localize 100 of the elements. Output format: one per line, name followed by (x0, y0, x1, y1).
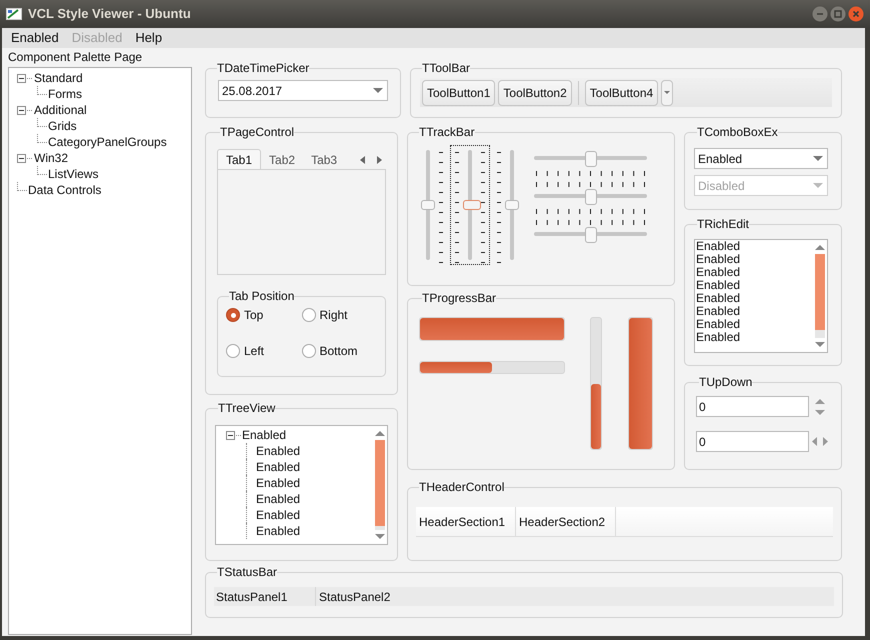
tree-item[interactable]: Win32 (34, 149, 68, 167)
tree-item[interactable]: Enabled (256, 442, 300, 460)
header-section[interactable]: HeaderSection2 (516, 507, 616, 537)
date-field[interactable]: 25.08.2017 (218, 80, 388, 101)
radio-label[interactable]: Left (244, 342, 264, 360)
scroll-thumb[interactable] (375, 440, 385, 526)
group-title: TDateTimePicker (217, 61, 310, 75)
radio-button[interactable] (226, 344, 240, 358)
slider-thumb[interactable] (584, 151, 596, 167)
tree-item[interactable]: Enabled (256, 522, 300, 540)
number-field[interactable]: 0 (696, 431, 809, 452)
status-text: StatusPanel1 (214, 587, 316, 606)
combo-box[interactable]: Enabled (694, 148, 828, 169)
radio-label[interactable]: Bottom (320, 342, 358, 360)
collapse-icon[interactable] (17, 154, 26, 162)
number-field[interactable]: 0 (696, 396, 809, 417)
group-title: TPageControl (220, 125, 294, 139)
slider-track[interactable] (534, 151, 647, 165)
slider-track[interactable] (534, 189, 647, 203)
header-section[interactable]: HeaderSection1 (416, 507, 516, 537)
radio-button[interactable] (302, 308, 316, 322)
app-icon (6, 8, 22, 20)
scroll-up-icon[interactable] (815, 245, 825, 250)
tree-item[interactable]: Enabled (256, 490, 300, 508)
slider-thumb[interactable] (505, 200, 519, 210)
left-arrow-icon[interactable] (812, 437, 817, 446)
group-title: TUpDown (699, 375, 752, 389)
scroll-up-icon[interactable] (375, 431, 385, 436)
radio-label[interactable]: Right (320, 306, 348, 324)
text-line: Enabled (696, 305, 742, 318)
maximize-icon[interactable] (830, 6, 846, 22)
text-line: Enabled (696, 253, 742, 266)
minimize-icon[interactable] (812, 6, 828, 22)
tree-item[interactable]: Enabled (256, 474, 300, 492)
radio-label[interactable]: Top (244, 306, 264, 324)
scroll-down-icon[interactable] (375, 534, 385, 539)
dropdown-button[interactable] (661, 80, 674, 106)
slider-track[interactable] (505, 148, 519, 262)
text-line: Enabled (696, 318, 742, 331)
up-arrow-icon[interactable] (815, 398, 825, 404)
tab[interactable]: Tab1 (217, 149, 262, 169)
group-title: TTreeView (218, 401, 276, 415)
status-text: StatusPanel2 (318, 588, 392, 606)
window-title: VCL Style Viewer - Ubuntu (28, 5, 191, 24)
combo-box: Disabled (694, 175, 828, 196)
tab[interactable]: Tab3 (303, 151, 346, 169)
text-line: Enabled (696, 292, 742, 305)
rich-edit[interactable]: Enabled Enabled Enabled Enabled Enabled Enabled Enabled Enabled (694, 239, 828, 353)
text-line: Enabled (696, 266, 742, 279)
radio-button[interactable] (302, 344, 316, 358)
menu-item[interactable]: Help (129, 28, 168, 48)
tree-item[interactable]: Enabled (256, 458, 300, 476)
scroll-right-icon[interactable] (377, 156, 382, 164)
scroll-down-icon[interactable] (815, 342, 825, 347)
tree-item[interactable]: Enabled (256, 506, 300, 524)
text-line: Enabled (696, 331, 742, 344)
collapse-icon[interactable] (17, 106, 26, 114)
tree-item[interactable]: Grids (48, 117, 77, 135)
right-arrow-icon[interactable] (823, 437, 828, 446)
tool-button[interactable]: ToolButton2 (498, 80, 572, 106)
menu-item: Disabled (70, 29, 124, 48)
radio-button[interactable] (226, 308, 240, 322)
tab[interactable]: Tab2 (261, 151, 304, 169)
group-title: THeaderControl (419, 480, 504, 494)
slider-track[interactable] (421, 148, 435, 262)
scroll-thumb[interactable] (815, 254, 825, 330)
group-title: TRichEdit (697, 217, 750, 231)
caret-icon (664, 91, 670, 94)
collapse-icon[interactable] (17, 74, 26, 82)
slider-thumb[interactable] (421, 200, 435, 210)
group-title: TProgressBar (422, 291, 496, 305)
tree-item[interactable]: Additional (34, 101, 87, 119)
tool-button[interactable]: ToolButton4 (584, 80, 658, 106)
panel-label: Component Palette Page (8, 49, 144, 66)
scroll-left-icon[interactable] (360, 156, 365, 164)
tree-item[interactable]: Forms (48, 85, 82, 103)
tree-item[interactable]: ListViews (48, 165, 98, 183)
menu-item[interactable]: Enabled (5, 28, 65, 48)
group-title: TToolBar (422, 61, 470, 75)
group-title: TStatusBar (217, 565, 278, 579)
tool-button[interactable]: ToolButton1 (422, 80, 496, 106)
slider-track[interactable] (534, 227, 647, 241)
text-line: Enabled (696, 279, 742, 292)
collapse-icon[interactable] (226, 430, 235, 440)
caret-icon[interactable] (813, 156, 823, 161)
tree-item[interactable]: Enabled (242, 426, 286, 444)
slider-thumb[interactable] (584, 227, 596, 243)
group-title: TTrackBar (419, 125, 475, 139)
slider-thumb[interactable] (584, 189, 596, 205)
group-title: Tab Position (229, 289, 294, 303)
caret-icon (813, 183, 823, 188)
down-arrow-icon[interactable] (815, 410, 825, 414)
tree-item[interactable]: Standard (34, 69, 83, 87)
slider-thumb[interactable] (463, 200, 481, 210)
group-title: TComboBoxEx (697, 125, 778, 139)
caret-icon[interactable] (373, 88, 383, 93)
tree-item[interactable]: Data Controls (28, 181, 102, 199)
text-line: Enabled (696, 240, 742, 253)
tree-item[interactable]: CategoryPanelGroups (48, 133, 167, 151)
close-icon[interactable] (848, 6, 864, 22)
